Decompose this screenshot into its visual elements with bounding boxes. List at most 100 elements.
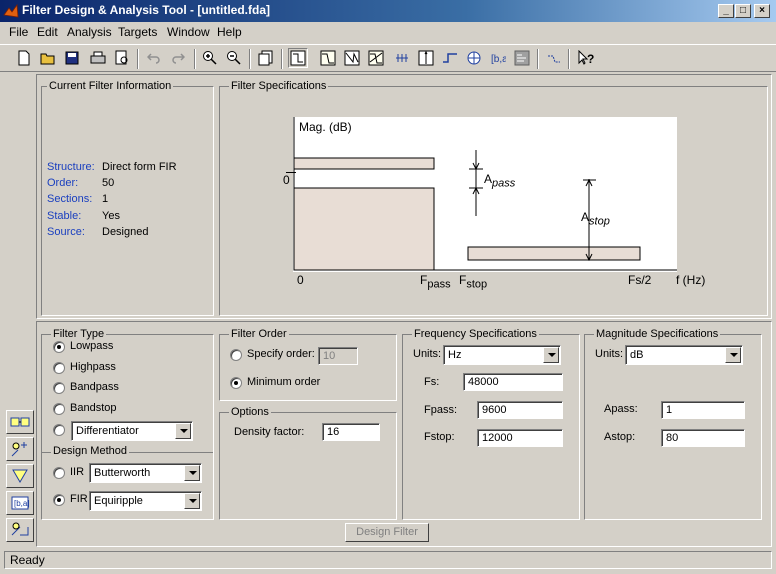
pole-zero-icon[interactable] (464, 48, 484, 68)
sections-value: 1 (102, 193, 109, 205)
open-icon[interactable] (38, 48, 58, 68)
full-view-icon[interactable] (256, 48, 276, 68)
structure-label: Structure: (47, 161, 95, 173)
fs-input[interactable]: 48000 (463, 373, 563, 391)
bandpass-radio[interactable] (53, 382, 65, 394)
freq-units-value: Hz (448, 349, 462, 361)
highpass-radio[interactable] (53, 362, 65, 374)
menu-edit[interactable]: Edit (37, 25, 58, 39)
fir-method-select[interactable]: Equiripple (89, 491, 202, 511)
density-factor-label: Density factor: (234, 426, 305, 438)
toolbar-separator (281, 49, 283, 69)
astop-label: Astop (581, 210, 610, 228)
other-type-radio[interactable] (53, 424, 65, 436)
specify-order-radio[interactable] (230, 349, 242, 361)
highpass-label[interactable]: Highpass (70, 361, 116, 373)
source-value: Designed (102, 226, 149, 238)
phase-response-icon[interactable] (342, 48, 362, 68)
filter-specs-legend: Filter Specifications (229, 80, 329, 92)
iir-label[interactable]: IIR (70, 466, 84, 478)
zoom-out-icon[interactable] (224, 48, 244, 68)
title-bar[interactable]: Filter Design & Analysis Tool - [untitle… (0, 0, 776, 22)
iir-method-value: Butterworth (94, 467, 151, 479)
current-info-legend: Current Filter Information (47, 80, 174, 92)
lowpass-radio[interactable] (53, 341, 65, 353)
specify-order-label[interactable]: Specify order: (247, 348, 315, 360)
filter-order-legend: Filter Order (229, 328, 289, 340)
step-response-icon[interactable] (440, 48, 460, 68)
iir-method-select[interactable]: Butterworth (89, 463, 202, 483)
specify-order-input[interactable]: 10 (318, 347, 358, 365)
fir-radio[interactable] (53, 494, 65, 506)
fstop-field-label: Fstop: (424, 431, 455, 443)
density-factor-input[interactable]: 16 (322, 423, 380, 441)
chevron-down-icon[interactable] (175, 423, 191, 439)
multirate-icon[interactable] (6, 518, 34, 542)
toolbar-separator (249, 49, 251, 69)
astop-input[interactable]: 80 (661, 429, 745, 447)
redo-icon[interactable] (168, 48, 188, 68)
freq-units-label: Units: (413, 348, 442, 360)
menu-window[interactable]: Window (167, 25, 210, 39)
maximize-button[interactable]: □ (735, 4, 751, 18)
status-bar: Ready (4, 551, 772, 569)
menu-analysis[interactable]: Analysis (67, 25, 112, 39)
menu-file[interactable]: File (9, 25, 28, 39)
print-preview-icon[interactable] (112, 48, 132, 68)
undo-icon[interactable] (144, 48, 164, 68)
filter-specs-icon[interactable] (288, 48, 308, 68)
fir-label[interactable]: FIR (70, 493, 88, 505)
fpass-input[interactable]: 9600 (477, 401, 563, 419)
zoom-in-icon[interactable] (200, 48, 220, 68)
chevron-down-icon[interactable] (725, 347, 741, 363)
minimum-order-radio[interactable] (230, 377, 242, 389)
freq-units-select[interactable]: Hz (443, 345, 561, 365)
lowpass-label[interactable]: Lowpass (70, 340, 113, 352)
svg-text:?: ? (587, 52, 594, 66)
coefficients-icon[interactable]: [b,a] (488, 48, 508, 68)
filter-type-legend: Filter Type (51, 328, 107, 340)
apass-label: Apass (484, 172, 516, 190)
chevron-down-icon[interactable] (184, 493, 200, 509)
design-filter-button[interactable]: Design Filter (345, 523, 429, 542)
realize-model-icon[interactable]: [b,a] (6, 491, 34, 515)
menu-targets[interactable]: Targets (118, 25, 157, 39)
fhz-label: f (Hz) (676, 273, 706, 287)
minimize-button[interactable]: _ (718, 4, 734, 18)
bandstop-radio[interactable] (53, 403, 65, 415)
sections-label: Sections: (47, 193, 93, 205)
bandpass-label[interactable]: Bandpass (70, 381, 119, 393)
filter-info-icon[interactable] (512, 48, 532, 68)
apass-input[interactable]: 1 (661, 401, 745, 419)
stable-label: Stable: (47, 210, 82, 222)
pole-zero-editor-icon[interactable] (6, 410, 34, 434)
iir-radio[interactable] (53, 467, 65, 479)
fpass-label: Fpass (420, 273, 451, 291)
close-button[interactable]: × (754, 4, 770, 18)
y-zero-tick (286, 172, 296, 173)
save-icon[interactable] (62, 48, 82, 68)
import-filter-icon[interactable] (6, 437, 34, 461)
toolbar-separator (568, 49, 570, 69)
apass-field-label: Apass: (604, 403, 638, 415)
magnitude-response-icon[interactable] (318, 48, 338, 68)
bandstop-label[interactable]: Bandstop (70, 402, 116, 414)
fstop-label: Fstop (459, 273, 488, 291)
menu-help[interactable]: Help (217, 25, 242, 39)
mag-phase-icon[interactable] (366, 48, 386, 68)
minimum-order-label[interactable]: Minimum order (247, 376, 320, 388)
design-mode-icon[interactable] (544, 48, 564, 68)
impulse-response-icon[interactable] (416, 48, 436, 68)
print-icon[interactable] (88, 48, 108, 68)
spec-diagram (293, 117, 677, 272)
fstop-input[interactable]: 12000 (477, 429, 563, 447)
other-type-select[interactable]: Differentiator (71, 421, 193, 441)
chevron-down-icon[interactable] (184, 465, 200, 481)
mag-units-select[interactable]: dB (625, 345, 743, 365)
group-delay-icon[interactable] (392, 48, 412, 68)
chevron-down-icon[interactable] (543, 347, 559, 363)
transform-filter-icon[interactable] (6, 464, 34, 488)
mag-units-value: dB (630, 349, 644, 361)
help-whats-this-icon[interactable]: ? (576, 48, 596, 68)
new-icon[interactable] (14, 48, 34, 68)
